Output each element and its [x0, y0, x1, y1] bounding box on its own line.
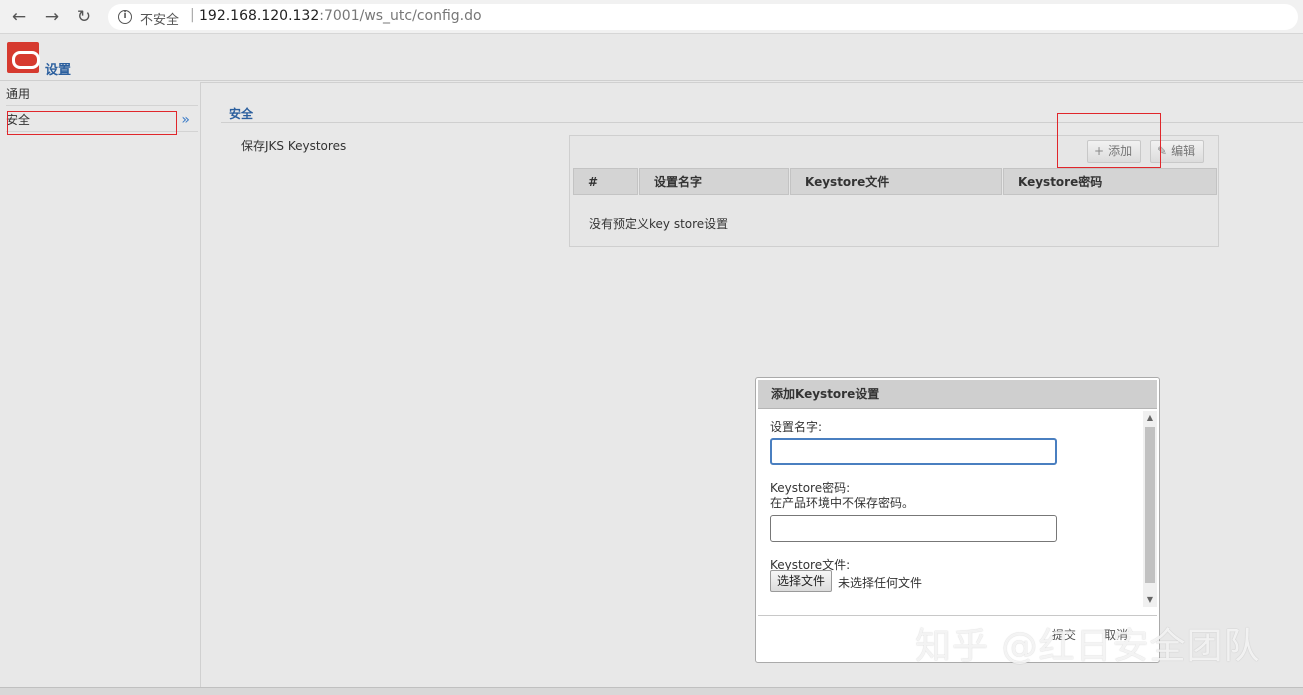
section-title: 安全: [229, 107, 254, 121]
empty-table-message: 没有预定义key store设置: [589, 217, 729, 231]
keystores-label: 保存JKS Keystores: [241, 139, 347, 153]
sidebar: 通用 安全 »: [0, 82, 200, 687]
highlight-box-security: [7, 111, 177, 135]
edit-button-label: 编辑: [1171, 144, 1196, 158]
column-header-password[interactable]: Keystore密码: [1003, 168, 1217, 195]
password-input[interactable]: [770, 515, 1057, 542]
scroll-down-icon[interactable]: ▼: [1143, 593, 1157, 607]
browser-toolbar: ← → ↻ i 不安全 | 192.168.120.132:7001/ws_ut…: [0, 0, 1303, 34]
sidebar-item-general[interactable]: 通用: [6, 82, 198, 106]
name-input[interactable]: [770, 438, 1057, 465]
address-bar[interactable]: i 不安全 | 192.168.120.132:7001/ws_utc/conf…: [108, 4, 1298, 30]
reload-icon[interactable]: ↻: [73, 6, 95, 28]
app-header: 设置: [0, 35, 1303, 81]
name-field-label: 设置名字:: [770, 420, 823, 434]
password-hint: 在产品环境中不保存密码。: [770, 496, 915, 510]
back-icon[interactable]: ←: [8, 6, 30, 28]
oracle-logo-icon: [7, 42, 40, 73]
page-title: 设置: [45, 63, 72, 78]
scroll-thumb[interactable]: [1145, 427, 1155, 583]
choose-file-button[interactable]: 选择文件: [770, 570, 833, 592]
double-chevron-right-icon: »: [181, 112, 190, 128]
insecure-label: 不安全: [140, 13, 180, 28]
info-icon[interactable]: i: [118, 10, 132, 24]
dialog-title: 添加Keystore设置: [758, 380, 1157, 409]
file-status: 未选择任何文件: [838, 576, 923, 590]
url-separator: |: [190, 7, 195, 23]
sidebar-item-label: 通用: [6, 87, 31, 101]
url-host: 192.168.120.132: [199, 8, 320, 24]
column-header-name[interactable]: 设置名字: [639, 168, 789, 195]
dialog-footer-divider: [758, 615, 1157, 616]
watermark: 知乎 @红日安全团队: [915, 626, 1261, 667]
url-path: :7001/ws_utc/config.do: [319, 8, 482, 24]
column-header-file[interactable]: Keystore文件: [790, 168, 1002, 195]
highlight-box-add: [1057, 113, 1161, 168]
forward-icon[interactable]: →: [41, 6, 63, 28]
column-header-index[interactable]: #: [573, 168, 638, 195]
scroll-up-icon[interactable]: ▲: [1143, 411, 1157, 425]
dialog-scrollbar[interactable]: ▲ ▼: [1143, 411, 1157, 607]
url-text[interactable]: 192.168.120.132:7001/ws_utc/config.do: [199, 8, 482, 24]
page-bottom-edge: [0, 687, 1303, 695]
